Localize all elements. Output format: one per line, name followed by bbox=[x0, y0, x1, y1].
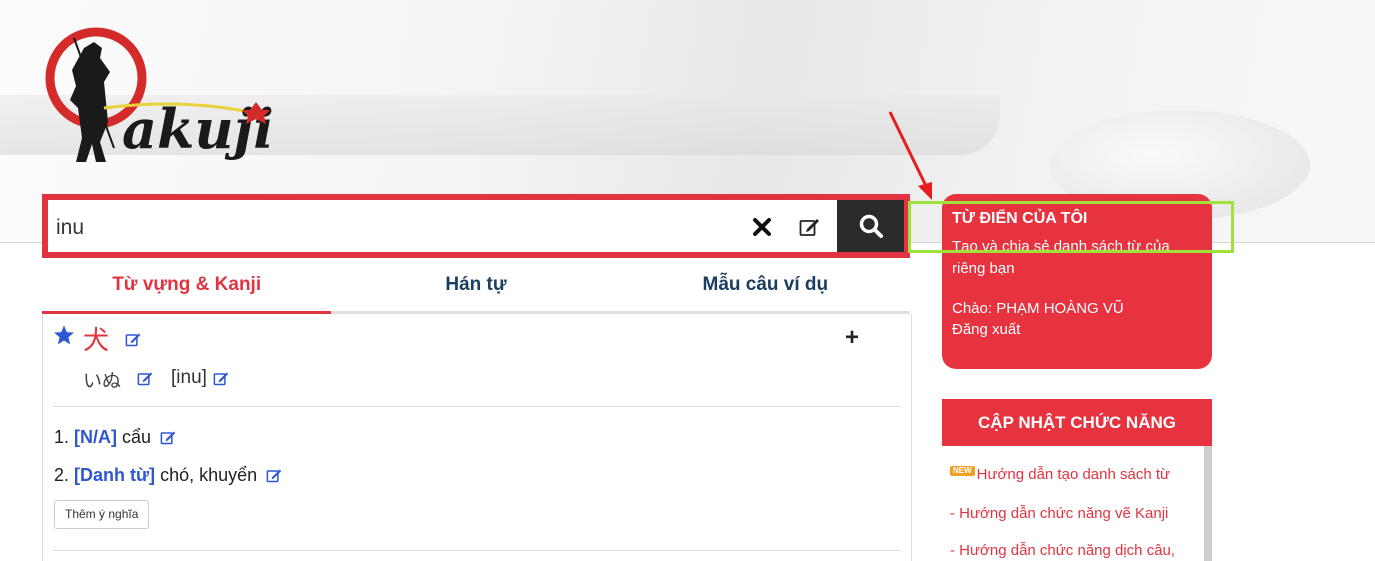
update-link[interactable]: - Hướng dẫn chức năng vẽ Kanji bbox=[950, 505, 1168, 522]
result-panel: 犬 + いぬ [inu] 1. [N/A] cẩu 2. [Danh từ] c… bbox=[42, 314, 912, 561]
user-greeting: Chào: PHẠM HOÀNG VŨ bbox=[952, 300, 1124, 317]
add-to-list-button[interactable]: + bbox=[845, 324, 859, 352]
update-link[interactable]: NEW Hướng dẫn tạo danh sách từ bbox=[950, 466, 1170, 483]
meaning-number: 2. bbox=[54, 465, 70, 485]
meaning-text: cẩu bbox=[122, 427, 152, 447]
new-badge: NEW bbox=[950, 466, 975, 476]
updates-title: CẬP NHẬT CHỨC NĂNG bbox=[942, 399, 1212, 446]
add-meaning-button[interactable]: Thêm ý nghĩa bbox=[54, 500, 150, 529]
meaning-text: chó, khuyển bbox=[160, 465, 258, 485]
edit-kanji-icon[interactable] bbox=[125, 332, 142, 347]
edit-meaning-icon[interactable] bbox=[266, 468, 283, 483]
meaning-number: 1. bbox=[54, 427, 70, 447]
tab-han-tu[interactable]: Hán tự bbox=[331, 262, 620, 311]
meaning-item: 1. [N/A] cẩu bbox=[54, 427, 177, 448]
clear-search-button[interactable] bbox=[745, 210, 779, 244]
search-button[interactable] bbox=[837, 200, 904, 252]
result-tabs: Từ vựng & Kanji Hán tự Mẫu câu ví dụ bbox=[42, 262, 910, 314]
updates-list: NEW Hướng dẫn tạo danh sách từ - Hướng dẫ… bbox=[942, 446, 1212, 561]
part-of-speech: [N/A] bbox=[74, 427, 118, 447]
handwriting-button[interactable] bbox=[793, 210, 827, 244]
search-icon bbox=[859, 214, 883, 238]
entry-kanji: 犬 bbox=[83, 326, 110, 356]
divider bbox=[53, 406, 901, 407]
tab-vocabulary-kanji[interactable]: Từ vựng & Kanji bbox=[42, 262, 332, 314]
part-of-speech: [Danh từ] bbox=[74, 465, 156, 485]
entry-kana: いぬ bbox=[83, 370, 122, 392]
update-link[interactable]: - Hướng dẫn chức năng dịch câu, bbox=[950, 542, 1175, 559]
edit-meaning-icon[interactable] bbox=[160, 430, 177, 445]
logout-link[interactable]: Đăng xuất bbox=[952, 321, 1202, 338]
close-icon bbox=[753, 218, 771, 236]
tab-example-sentences[interactable]: Mẫu câu ví dụ bbox=[621, 262, 910, 311]
search-input[interactable] bbox=[56, 208, 696, 248]
site-logo[interactable]: akuji bbox=[44, 18, 274, 178]
edit-kana-icon[interactable] bbox=[137, 371, 154, 386]
edit-romaji-icon[interactable] bbox=[213, 371, 230, 386]
annotation-arrow bbox=[888, 111, 932, 200]
entry-romaji: [inu] bbox=[171, 367, 207, 388]
annotation-highlight bbox=[908, 201, 1234, 253]
meaning-item: 2. [Danh từ] chó, khuyển bbox=[54, 465, 283, 486]
divider bbox=[53, 550, 901, 551]
search-box bbox=[42, 194, 910, 258]
favorite-star-icon[interactable] bbox=[53, 324, 75, 346]
svg-text:akuji: akuji bbox=[122, 97, 274, 161]
edit-icon bbox=[799, 219, 819, 236]
